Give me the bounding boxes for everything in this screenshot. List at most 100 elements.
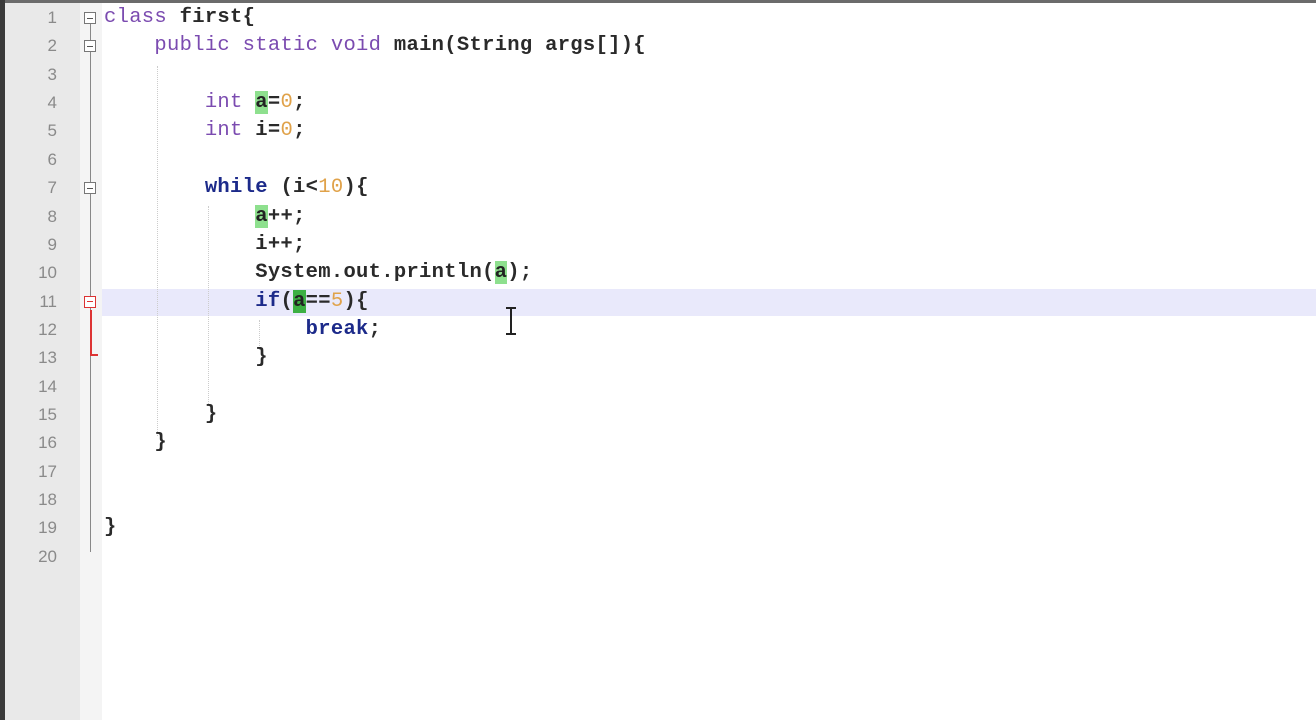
code-line[interactable]: 19}	[0, 514, 1316, 542]
code-text: break;	[104, 316, 381, 344]
code-line[interactable]: 7 while (i<10){	[0, 174, 1316, 202]
code-token-hl: a	[255, 204, 268, 228]
code-line[interactable]: 2 public static void main(String args[])…	[0, 32, 1316, 60]
code-token-hl: a	[255, 91, 268, 115]
code-text: public static void main(String args[]){	[104, 32, 646, 60]
code-token-kw: int	[204, 119, 243, 143]
line-number: 16	[38, 433, 57, 453]
code-token-plain: ){	[343, 176, 369, 200]
line-number: 7	[47, 178, 57, 198]
code-line[interactable]: 10 System.out.println(a);	[0, 259, 1316, 287]
line-number: 13	[38, 348, 57, 368]
line-number: 12	[38, 319, 57, 339]
code-line[interactable]: 20	[0, 543, 1316, 571]
fold-toggle-icon[interactable]	[84, 182, 96, 195]
code-line[interactable]: 11 if(a==5){	[0, 288, 1316, 316]
code-editor[interactable]: 1 class first{2 public static void main(S…	[0, 4, 1316, 571]
code-line[interactable]: 13 }	[0, 344, 1316, 372]
code-text: i++;	[104, 231, 306, 259]
code-token-ctl: if	[255, 289, 281, 313]
code-token-num: 0	[280, 91, 294, 115]
code-token-plain: i=	[242, 119, 281, 143]
code-line[interactable]: 4 int a=0;	[0, 89, 1316, 117]
line-number: 17	[38, 461, 57, 481]
code-token-num: 10	[318, 176, 344, 200]
code-text: while (i<10){	[104, 174, 369, 202]
code-text: if(a==5){	[104, 288, 369, 316]
text-cursor-icon	[506, 307, 516, 335]
code-token-plain: ;	[293, 119, 306, 143]
line-number: 2	[47, 36, 57, 56]
code-token-plain: i++;	[104, 232, 306, 256]
code-line[interactable]: 3	[0, 61, 1316, 89]
line-number: 8	[47, 206, 57, 226]
code-text: }	[104, 344, 268, 372]
code-token-plain: (i<	[267, 176, 319, 200]
code-token-num: 0	[280, 119, 294, 143]
code-token-kw: public static void	[154, 34, 382, 58]
code-line[interactable]: 1 class first{	[0, 4, 1316, 32]
line-number: 10	[38, 263, 57, 283]
code-token-plain: }	[104, 431, 168, 455]
code-line[interactable]: 8 a++;	[0, 203, 1316, 231]
line-number: 19	[38, 518, 57, 538]
line-number: 1	[47, 8, 57, 27]
code-line[interactable]: 17	[0, 458, 1316, 486]
code-token-plain: ++;	[267, 204, 306, 228]
code-token-plain: =	[267, 91, 281, 115]
code-text: System.out.println(a);	[104, 259, 533, 287]
line-number: 6	[47, 149, 57, 169]
line-number: 4	[47, 93, 57, 113]
code-line[interactable]: 12 break;	[0, 316, 1316, 344]
code-token-plain: ;	[368, 317, 382, 341]
fold-toggle-icon[interactable]	[84, 40, 96, 53]
code-text: a++;	[104, 203, 306, 231]
code-token-plain: ;	[293, 91, 306, 115]
code-token-plain: ){	[343, 289, 369, 313]
code-token-plain: );	[507, 261, 533, 285]
code-line[interactable]: 14	[0, 373, 1316, 401]
window-top-border	[0, 0, 1316, 3]
code-token-kw: int	[204, 91, 243, 115]
line-number: 3	[47, 64, 57, 84]
code-token-plain: }	[104, 516, 117, 540]
code-line[interactable]: 5 int i=0;	[0, 117, 1316, 145]
code-line[interactable]: 18	[0, 486, 1316, 514]
code-token-ctl: break	[305, 317, 369, 341]
line-number: 11	[39, 291, 57, 311]
code-text: int i=0;	[104, 117, 306, 145]
code-token-num: 5	[330, 289, 344, 313]
fold-toggle-icon[interactable]	[84, 295, 96, 308]
line-number: 9	[47, 234, 57, 254]
line-number: 5	[47, 121, 57, 141]
code-line[interactable]: 15 }	[0, 401, 1316, 429]
code-token-plain: }	[104, 403, 218, 427]
code-text: }	[104, 429, 167, 457]
code-token-plain: main(String args[]){	[381, 34, 646, 58]
code-line[interactable]: 6	[0, 146, 1316, 174]
code-token-plain: (	[280, 289, 294, 313]
line-number: 14	[38, 376, 57, 396]
code-token-hl: a	[494, 261, 508, 285]
line-number: 15	[38, 405, 57, 425]
code-token-ctl: while	[204, 176, 268, 200]
code-text: int a=0;	[104, 89, 306, 117]
fold-toggle-icon[interactable]	[84, 12, 96, 24]
code-token-hl2: a	[293, 289, 306, 313]
code-text: }	[104, 514, 117, 542]
code-line[interactable]: 16 }	[0, 429, 1316, 457]
code-token-plain: ==	[305, 289, 331, 313]
code-text: }	[104, 401, 217, 429]
code-token-plain: System.out.println(	[104, 261, 495, 285]
code-text: class first{	[104, 4, 255, 32]
code-line[interactable]: 9 i++;	[0, 231, 1316, 259]
code-token-plain: }	[104, 346, 268, 370]
